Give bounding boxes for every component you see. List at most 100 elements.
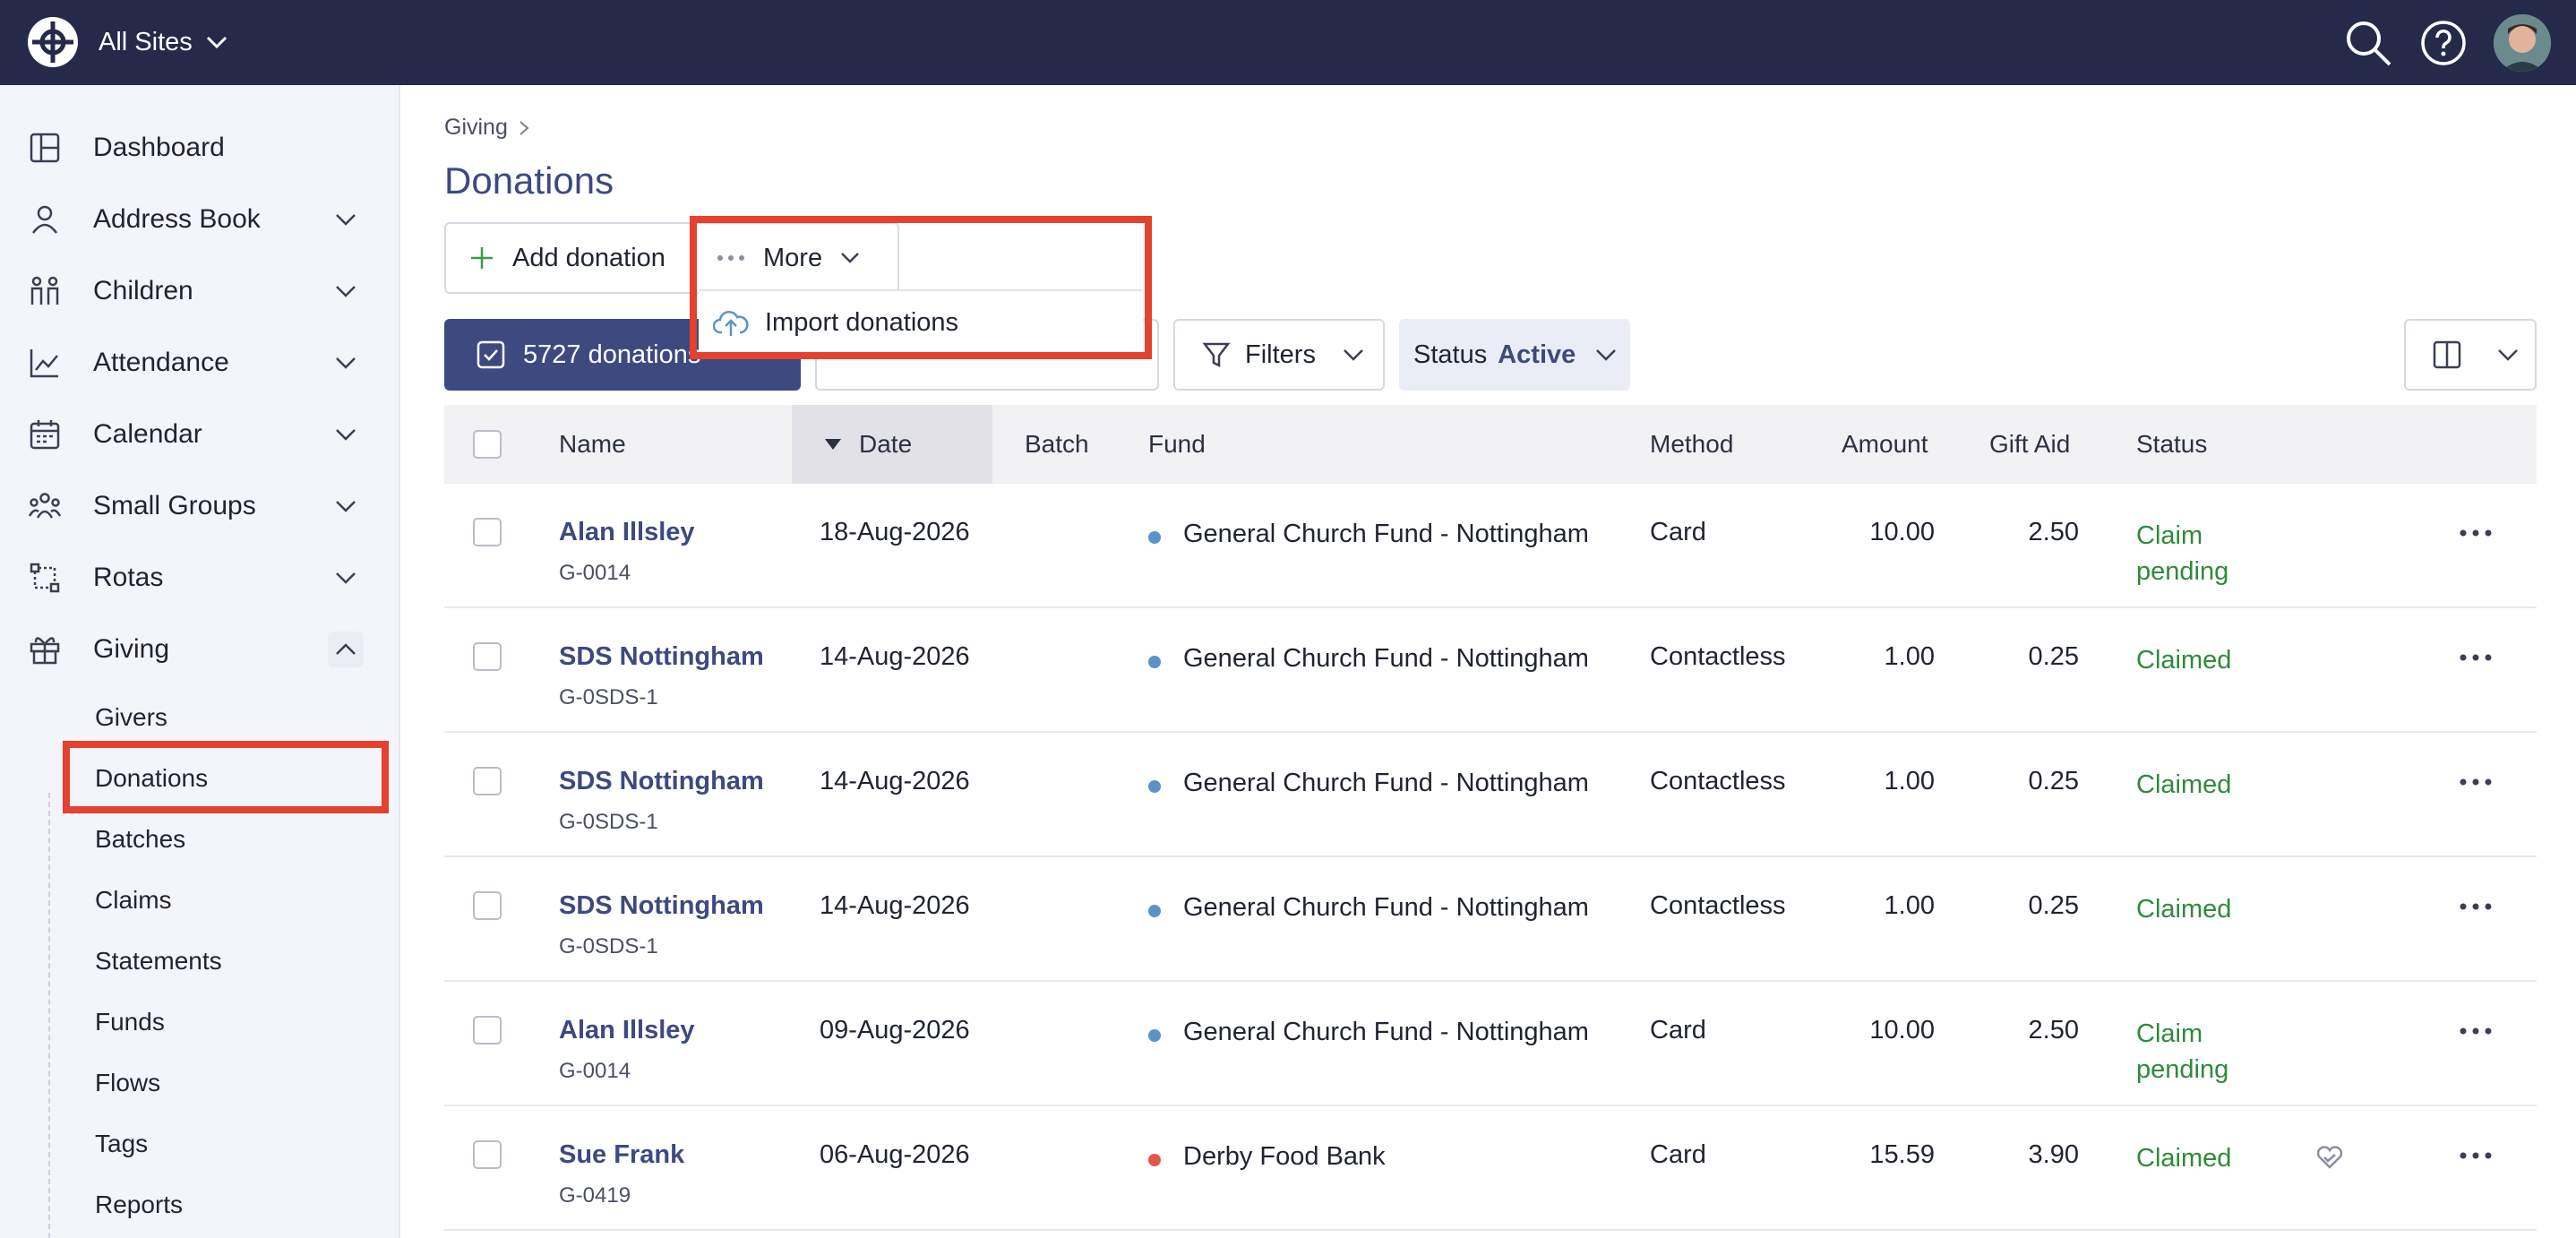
sidebar-subitem-statements[interactable]: Statements (95, 947, 222, 976)
payment-method: Contactless (1650, 891, 1786, 920)
row-checkbox[interactable] (473, 1140, 502, 1169)
row-checkbox[interactable] (473, 518, 502, 546)
sidebar-subitem-claims[interactable]: Claims (95, 886, 172, 915)
sidebar-item-dashboard[interactable]: Dashboard (0, 112, 400, 184)
header-status[interactable]: Status (2136, 405, 2207, 484)
gift-aid-amount: 0.25 (2028, 767, 2079, 795)
chevron-down-icon[interactable] (328, 202, 364, 237)
subnav-divider (48, 793, 50, 1238)
avatar[interactable] (2494, 14, 2551, 72)
breadcrumb-giving[interactable]: Giving (444, 115, 508, 141)
site-switcher[interactable]: All Sites (99, 24, 228, 60)
chevron-down-icon[interactable] (328, 560, 364, 596)
sidebar-subitem-reports[interactable]: Reports (95, 1191, 183, 1219)
status-filter-value: Active (1498, 340, 1576, 369)
table-row[interactable]: Sue Frank G-0419 06-Aug-2026 Derby Food Ban… (444, 1106, 2537, 1231)
donation-date: 09-Aug-2026 (820, 1016, 970, 1045)
header-fund[interactable]: Fund (1148, 405, 1206, 484)
payment-method: Contactless (1650, 642, 1786, 671)
donation-date: 06-Aug-2026 (820, 1140, 970, 1169)
amount: 10.00 (1869, 1016, 1935, 1045)
header-date[interactable]: Date (859, 405, 912, 484)
donor-name-link[interactable]: SDS Nottingham (559, 891, 764, 921)
payment-method: Card (1650, 518, 1706, 546)
header-name[interactable]: Name (559, 405, 626, 484)
sidebar-item-children[interactable]: Children (0, 255, 400, 327)
fund-color-dot (1148, 531, 1161, 544)
table-row[interactable]: Alan Illsley G-0014 09-Aug-2026 General Chu… (444, 982, 2537, 1106)
gift-aid-amount: 3.90 (2028, 1140, 2079, 1169)
donor-name-link[interactable]: Alan Illsley (559, 1016, 695, 1045)
chart-icon (30, 349, 58, 378)
table-row[interactable]: SDS Nottingham G-0SDS-1 14-Aug-2026 General… (444, 608, 2537, 733)
add-donation-button[interactable]: Add donation (444, 222, 695, 294)
breadcrumb: Giving (444, 115, 529, 141)
sidebar-item-label: Dashboard (93, 133, 225, 162)
row-checkbox[interactable] (473, 642, 502, 671)
donor-ref: G-0SDS-1 (559, 934, 658, 959)
children-icon (30, 276, 59, 305)
row-actions-icon[interactable] (2458, 1018, 2494, 1045)
chevron-down-icon[interactable] (328, 273, 364, 309)
sidebar-item-small-groups[interactable]: Small Groups (0, 470, 400, 542)
sidebar-subitem-flows[interactable]: Flows (95, 1069, 160, 1097)
chevron-right-icon (519, 120, 529, 135)
fund-color-dot (1148, 656, 1161, 668)
row-actions-icon[interactable] (2458, 520, 2494, 546)
header-amount[interactable]: Amount (1842, 405, 1928, 484)
row-checkbox[interactable] (473, 1016, 502, 1045)
sidebar-item-address-book[interactable]: Address Book (0, 184, 400, 255)
sidebar-item-label: Address Book (93, 204, 261, 234)
chevron-down-icon (206, 36, 227, 49)
top-bar: All Sites (0, 0, 2576, 85)
donor-ref: G-0SDS-1 (559, 685, 658, 709)
donor-name-link[interactable]: SDS Nottingham (559, 642, 764, 672)
claim-status: Claimed (2136, 1144, 2232, 1173)
table-row[interactable]: Alan Illsley G-0014 18-Aug-2026 General Chu… (444, 484, 2537, 608)
sidebar-subitem-funds[interactable]: Funds (95, 1008, 165, 1036)
chevron-down-icon[interactable] (328, 417, 364, 452)
row-actions-icon[interactable] (2458, 769, 2494, 795)
amount: 1.00 (1884, 642, 1935, 671)
header-batch[interactable]: Batch (1025, 405, 1089, 484)
select-all-checkbox[interactable] (473, 430, 502, 459)
row-actions-icon[interactable] (2458, 893, 2494, 920)
donor-name-link[interactable]: Sue Frank (559, 1140, 684, 1170)
fund-color-dot (1148, 780, 1161, 793)
help-icon[interactable] (2420, 20, 2467, 66)
row-actions-icon[interactable] (2458, 1142, 2494, 1169)
sidebar-subitem-givers[interactable]: Givers (95, 703, 167, 732)
sidebar-item-attendance[interactable]: Attendance (0, 327, 400, 399)
row-checkbox[interactable] (473, 767, 502, 795)
sidebar-subitem-batches[interactable]: Batches (95, 825, 185, 854)
sidebar-subitem-tags[interactable]: Tags (95, 1130, 148, 1158)
search-icon[interactable] (2343, 18, 2393, 68)
filters-label: Filters (1245, 340, 1316, 369)
sidebar-item-calendar[interactable]: Calendar (0, 399, 400, 470)
row-actions-icon[interactable] (2458, 644, 2494, 671)
status-filter-button[interactable]: Status Active (1399, 319, 1630, 391)
header-gift-aid[interactable]: Gift Aid (1989, 405, 2070, 484)
claim-status: Claim pending (2136, 1019, 2229, 1084)
header-method[interactable]: Method (1650, 405, 1733, 484)
fund-color-dot (1148, 1029, 1161, 1042)
sidebar-item-rotas[interactable]: Rotas (0, 542, 400, 614)
donor-name-link[interactable]: SDS Nottingham (559, 767, 764, 796)
sidebar-item-giving[interactable]: Giving (0, 614, 400, 685)
columns-button[interactable] (2404, 319, 2537, 391)
donor-name-link[interactable]: Alan Illsley (559, 518, 695, 547)
donation-date: 18-Aug-2026 (820, 518, 970, 546)
chevron-down-icon[interactable] (328, 345, 364, 381)
filters-button[interactable]: Filters (1173, 319, 1385, 391)
row-checkbox[interactable] (473, 891, 502, 920)
table-row[interactable]: SDS Nottingham G-0SDS-1 14-Aug-2026 General… (444, 857, 2537, 982)
logo-icon[interactable] (27, 16, 79, 68)
checkbox-checked-icon (477, 340, 505, 369)
fund-name: General Church Fund - Nottingham (1183, 893, 1589, 922)
selection-count-label: 5727 donations (523, 340, 701, 369)
table-row[interactable]: SDS Nottingham G-0SDS-1 14-Aug-2026 General… (444, 733, 2537, 857)
site-switcher-label: All Sites (99, 27, 193, 56)
claim-status: Claimed (2136, 770, 2232, 799)
chevron-down-icon[interactable] (328, 488, 364, 524)
chevron-up-icon[interactable] (328, 632, 364, 667)
